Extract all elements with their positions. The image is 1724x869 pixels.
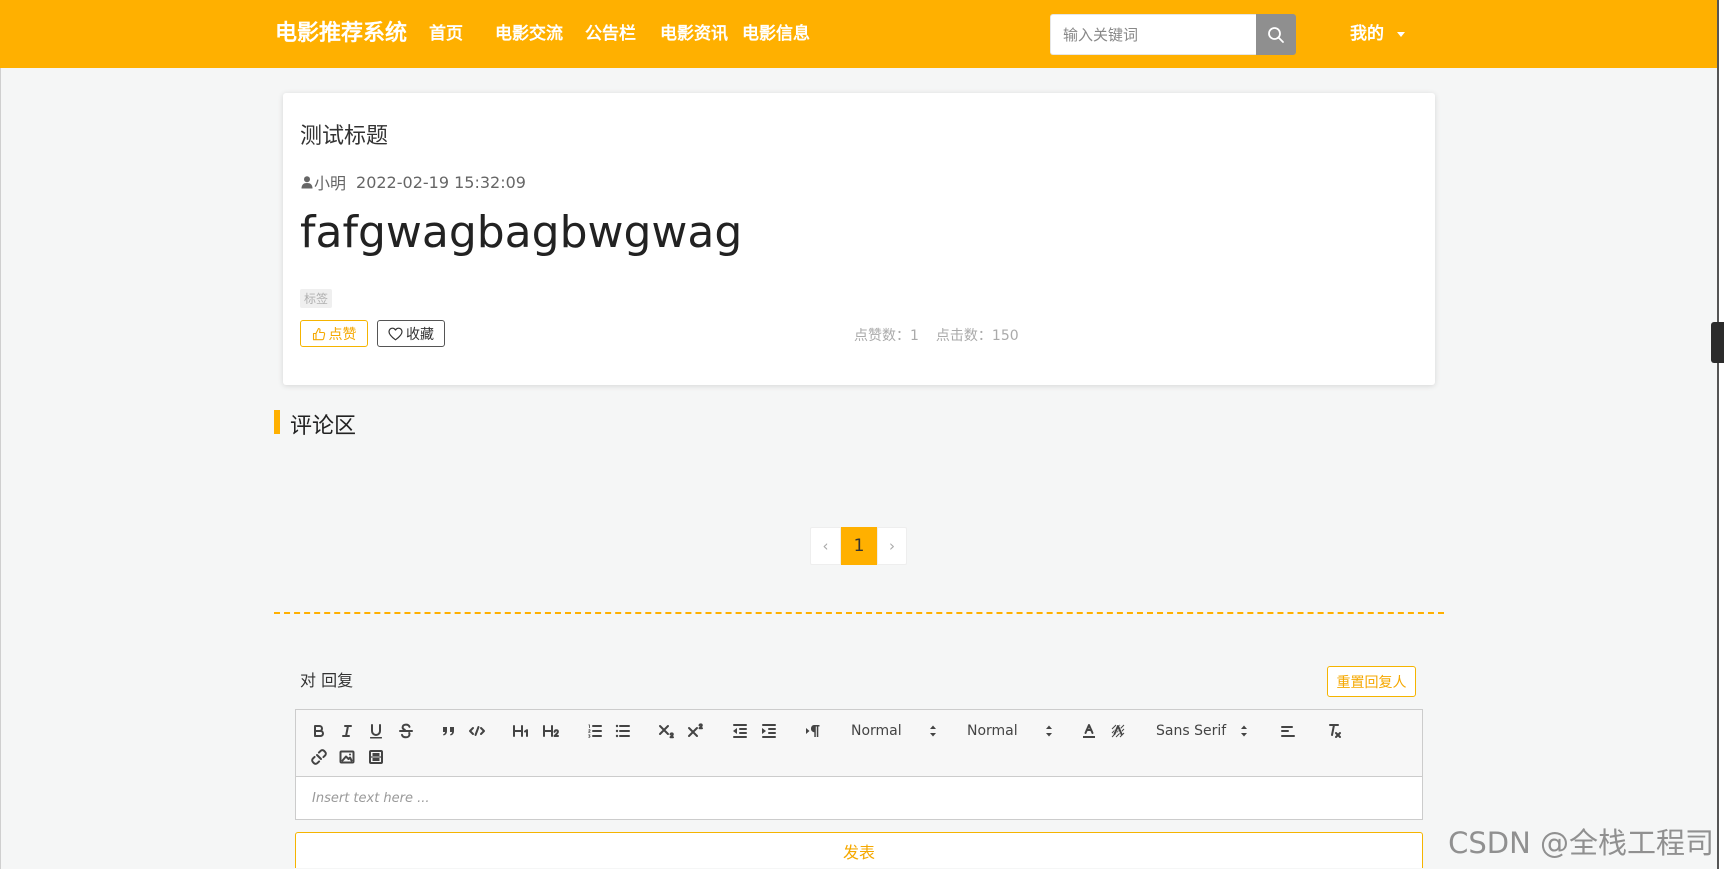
search-button[interactable] (1256, 14, 1296, 55)
indent-icon (762, 724, 776, 738)
image-button[interactable] (333, 745, 361, 769)
editor-placeholder: Insert text here ... (312, 790, 430, 806)
post-title: 测试标题 (300, 124, 389, 149)
strike-icon (399, 723, 413, 739)
post-content: fafgwagbagbwgwag (300, 207, 743, 258)
picker-arrows-icon (1046, 725, 1052, 737)
ordered-list-icon (588, 724, 602, 738)
font-picker-label: Sans Serif (1156, 723, 1227, 739)
click-count: 点击数：150 (935, 328, 1019, 344)
subscript-icon (659, 725, 674, 739)
thumbs-up-icon (312, 327, 325, 340)
strike-button[interactable] (392, 719, 420, 743)
post-meta: 小明 2022-02-19 15:32:09 (300, 170, 526, 194)
ordered-list-button[interactable] (581, 719, 609, 743)
nav-movie-info[interactable]: 电影信息 (742, 0, 810, 68)
bullet-list-button[interactable] (609, 719, 637, 743)
bold-icon (314, 725, 324, 737)
text-color-icon (1083, 724, 1095, 738)
background-color-icon (1111, 722, 1125, 738)
csdn-watermark: CSDN @全栈工程司 (1448, 826, 1714, 860)
brand-logo[interactable]: 电影推荐系统 (275, 0, 407, 68)
side-handle[interactable] (1711, 322, 1724, 363)
bullet-list-icon (615, 724, 630, 738)
direction-button[interactable] (799, 719, 827, 743)
header-picker-label: Normal (967, 723, 1018, 739)
header-2-button[interactable] (537, 719, 565, 743)
picker-arrows-icon (1241, 725, 1247, 737)
favorite-label: 收藏 (406, 326, 434, 343)
user-icon (301, 176, 313, 189)
font-picker[interactable]: Sans Serif (1148, 719, 1254, 743)
superscript-button[interactable] (682, 719, 710, 743)
scrollbar-track[interactable] (1717, 0, 1724, 869)
header-2-icon (543, 725, 559, 737)
video-button[interactable] (362, 745, 390, 769)
like-label: 点赞 (328, 326, 357, 343)
outdent-button[interactable] (726, 719, 754, 743)
code-block-icon (469, 726, 485, 736)
heart-icon (388, 327, 403, 340)
underline-icon (370, 724, 382, 739)
text-color-button[interactable] (1075, 719, 1103, 743)
italic-button[interactable] (333, 719, 361, 743)
top-navbar: 电影推荐系统 首页 电影交流 公告栏 电影资讯 电影信息 我的 (0, 0, 1717, 68)
pagination-next[interactable]: › (877, 527, 907, 565)
submit-reply-button[interactable]: 发表 (295, 832, 1423, 868)
size-picker[interactable]: Normal (843, 719, 943, 743)
align-button[interactable] (1274, 719, 1302, 743)
blockquote-icon (443, 727, 454, 736)
subscript-button[interactable] (653, 719, 681, 743)
superscript-icon (688, 723, 703, 737)
like-count: 点赞数：1 (854, 328, 919, 344)
clean-format-icon (1329, 724, 1341, 738)
italic-icon (342, 725, 352, 737)
pagination-page-current[interactable]: 1 (841, 527, 877, 565)
direction-icon (806, 725, 820, 737)
indent-button[interactable] (755, 719, 783, 743)
pagination-prev[interactable]: ‹ (810, 527, 841, 565)
comments-heading: 评论区 (290, 414, 357, 439)
post-stats: 点赞数：1 点击数：150 (854, 325, 1019, 345)
nav-movie-news[interactable]: 电影资讯 (660, 0, 728, 68)
post-card: 测试标题 小明 2022-02-19 15:32:09 fafgwagbagbw… (283, 93, 1435, 385)
nav-home[interactable]: 首页 (429, 0, 463, 68)
reset-reply-target-button[interactable]: 重置回复人 (1327, 666, 1416, 697)
reply-target-label: 对 回复 (300, 671, 354, 690)
clean-format-button[interactable] (1320, 719, 1348, 743)
post-author[interactable]: 小明 (314, 170, 346, 194)
user-menu[interactable]: 我的 (1350, 0, 1384, 68)
outdent-icon (733, 724, 747, 738)
section-accent-bar (274, 410, 280, 434)
like-button[interactable]: 点赞 (300, 320, 368, 347)
post-date: 2022-02-19 15:32:09 (356, 172, 526, 192)
section-divider (274, 612, 1444, 614)
align-left-icon (1281, 726, 1295, 737)
page-edge (0, 0, 1, 869)
editor-content-area[interactable]: Insert text here ... (295, 777, 1423, 820)
bold-button[interactable] (305, 719, 333, 743)
link-button[interactable] (305, 745, 333, 769)
background-color-button[interactable] (1104, 719, 1132, 743)
header-1-button[interactable] (507, 719, 535, 743)
code-block-button[interactable] (463, 719, 491, 743)
image-icon (339, 750, 355, 764)
favorite-button[interactable]: 收藏 (377, 320, 445, 347)
blockquote-button[interactable] (435, 719, 463, 743)
nav-bulletin[interactable]: 公告栏 (585, 0, 636, 68)
header-picker[interactable]: Normal (959, 719, 1059, 743)
editor-toolbar: Normal Normal Sans Serif (295, 709, 1423, 777)
size-picker-label: Normal (851, 723, 902, 739)
link-icon (311, 749, 327, 765)
caret-down-icon[interactable] (1397, 32, 1405, 37)
nav-movie-discussion[interactable]: 电影交流 (495, 0, 563, 68)
video-icon (369, 750, 383, 764)
post-tag[interactable]: 标签 (300, 289, 333, 308)
picker-arrows-icon (930, 725, 936, 737)
header-1-icon (513, 725, 528, 737)
search-icon (1268, 26, 1284, 43)
underline-button[interactable] (362, 719, 390, 743)
search-input[interactable] (1050, 14, 1256, 55)
